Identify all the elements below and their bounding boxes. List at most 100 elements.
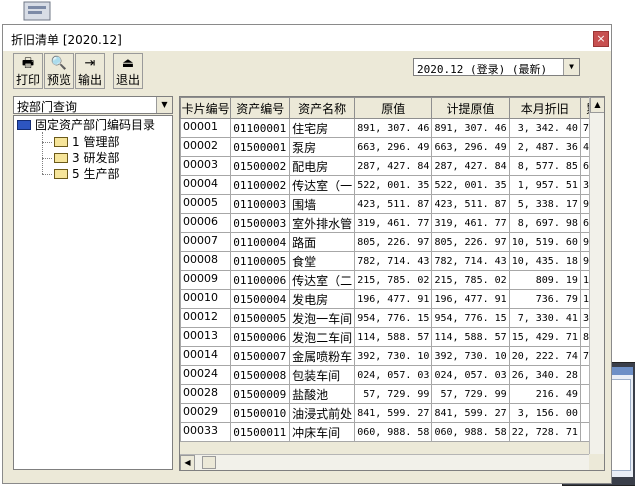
table-cell: 196, 477. 91 (354, 289, 433, 309)
export-label: 输出 (77, 73, 102, 87)
table-row[interactable]: 00028 01500009 盐酸池 57, 729. 99 57, 729. 99 21… (180, 384, 604, 404)
scrollbar-corner (589, 454, 604, 470)
table-cell: 00007 (180, 232, 232, 252)
scroll-up-icon[interactable]: ▲ (590, 97, 604, 113)
table-cell: 423, 511. 87 (354, 194, 433, 214)
table-cell: 00014 (180, 346, 232, 366)
table-cell: 00001 (180, 118, 232, 138)
table-row[interactable]: 00004 01100002 传达室（一 522, 001. 35 522, 001. … (180, 175, 604, 195)
window-titlebar[interactable]: 折旧清单 [2020.12] × (3, 25, 611, 51)
table-row[interactable]: 00029 01500010 油浸式前处 841, 599. 27 841, 599. … (180, 403, 604, 423)
table-cell: 392, 730. 10 (431, 346, 510, 366)
table-cell: 00033 (180, 422, 232, 442)
table-cell: 00008 (180, 251, 232, 271)
print-button[interactable]: 🖶 打印 (13, 53, 43, 89)
table-header-row: 卡片编号 资产编号 资产名称 原值 计提原值 本月折旧 累 (180, 97, 604, 119)
period-value: 2020.12 (登录) (最新) (417, 63, 548, 76)
tree-connector (42, 142, 52, 143)
table-row[interactable]: 00033 01500011 冲床车间 060, 988. 58 060, 988. 5… (180, 422, 604, 442)
table-cell: 5, 338. 17 (508, 194, 581, 214)
table-cell: 805, 226. 97 (431, 232, 510, 252)
tree-item-production[interactable]: 5 生产部 (54, 166, 119, 182)
column-header-accrual-base[interactable]: 计提原值 (431, 97, 510, 119)
query-mode-dropdown[interactable]: 按部门查询 ▼ (13, 96, 173, 114)
print-label: 打印 (15, 73, 40, 87)
table-cell: 01100005 (230, 251, 291, 271)
column-header-asset-no[interactable]: 资产编号 (230, 97, 291, 119)
table-row[interactable]: 00006 01500003 室外排水管 319, 461. 77 319, 461. … (180, 213, 604, 233)
folder-icon (17, 120, 31, 130)
table-cell: 发泡二车间 (289, 327, 356, 347)
table-cell: 00002 (180, 137, 232, 157)
column-header-card-no[interactable]: 卡片编号 (180, 97, 232, 119)
table-cell: 060, 988. 58 (431, 422, 510, 442)
table-row[interactable]: 00007 01100004 路面 805, 226. 97 805, 226. 97 1… (180, 232, 604, 252)
table-cell: 319, 461. 77 (354, 213, 433, 233)
chevron-down-icon[interactable]: ▼ (563, 59, 579, 75)
column-header-month-depreciation[interactable]: 本月折旧 (508, 97, 581, 119)
exit-button[interactable]: ⏏ 退出 (113, 53, 143, 89)
table-cell: 发泡一车间 (289, 308, 356, 328)
table-cell: 00024 (180, 365, 232, 385)
table-row[interactable]: 00005 01100003 围墙 423, 511. 87 423, 511. 87 5… (180, 194, 604, 214)
table-cell: 01100004 (230, 232, 291, 252)
table-cell: 10, 435. 18 (508, 251, 581, 271)
table-cell: 00006 (180, 213, 232, 233)
table-row[interactable]: 00013 01500006 发泡二车间 114, 588. 57 114, 588. … (180, 327, 604, 347)
table-cell: 01500007 (230, 346, 291, 366)
table-cell: 围墙 (289, 194, 356, 214)
table-cell: 392, 730. 10 (354, 346, 433, 366)
depreciation-list-window: 折旧清单 [2020.12] × 🖶 打印 🔍 预览 ⇥ 输出 ⏏ 退出 202… (2, 24, 612, 484)
vertical-scrollbar[interactable]: ▲ (589, 97, 604, 454)
table-row[interactable]: 00012 01500005 发泡一车间 954, 776. 15 954, 776. … (180, 308, 604, 328)
table-cell: 891, 307. 46 (431, 118, 510, 138)
table-row[interactable]: 00014 01500007 金属喷粉车 392, 730. 10 392, 730. … (180, 346, 604, 366)
window-title: 折旧清单 [2020.12] (11, 33, 122, 47)
table-cell: 7, 330. 41 (508, 308, 581, 328)
table-row[interactable]: 00002 01500001 泵房 663, 296. 49 663, 296. 49 2… (180, 137, 604, 157)
table-cell: 00009 (180, 270, 232, 290)
tree-item-management[interactable]: 1 管理部 (54, 134, 119, 150)
close-button[interactable]: × (593, 31, 609, 47)
table-cell: 060, 988. 58 (354, 422, 433, 442)
table-cell: 路面 (289, 232, 356, 252)
table-row[interactable]: 00024 01500008 包装车间 024, 057. 03 024, 057. 0… (180, 365, 604, 385)
table-row[interactable]: 00010 01500004 发电房 196, 477. 91 196, 477. 91… (180, 289, 604, 309)
preview-button[interactable]: 🔍 预览 (44, 53, 74, 89)
column-header-original-value[interactable]: 原值 (354, 97, 433, 119)
table-row[interactable]: 00009 01100006 传达室（二 215, 785. 02 215, 785. … (180, 270, 604, 290)
table-cell: 01100001 (230, 118, 291, 138)
table-cell: 809. 19 (508, 270, 581, 290)
table-cell: 传达室（一 (289, 175, 356, 195)
table-cell: 522, 001. 35 (354, 175, 433, 195)
tree-item-label: 1 管理部 (72, 135, 120, 149)
table-row[interactable]: 00001 01100001 住宅房 891, 307. 46 891, 307. 46… (180, 118, 604, 138)
table-cell: 01500011 (230, 422, 291, 442)
desktop-app-icon (18, 0, 58, 24)
table-cell: 319, 461. 77 (431, 213, 510, 233)
tree-connector (42, 132, 43, 174)
column-header-asset-name[interactable]: 资产名称 (289, 97, 356, 119)
scroll-left-icon[interactable]: ◀ (180, 455, 195, 470)
table-cell: 00010 (180, 289, 232, 309)
table-cell: 15, 429. 71 (508, 327, 581, 347)
table-cell: 1, 957. 51 (508, 175, 581, 195)
period-dropdown[interactable]: 2020.12 (登录) (最新) ▼ (413, 58, 580, 76)
export-button[interactable]: ⇥ 输出 (75, 53, 105, 89)
folder-icon (54, 137, 68, 147)
table-row[interactable]: 00003 01500002 配电房 287, 427. 84 287, 427. 84… (180, 156, 604, 176)
horizontal-scrollbar[interactable]: ◀ (180, 454, 589, 470)
table-cell: 00003 (180, 156, 232, 176)
table-row[interactable]: 00008 01100005 食堂 782, 714. 43 782, 714. 43 1… (180, 251, 604, 271)
tree-item-rnd[interactable]: 3 研发部 (54, 150, 119, 166)
table-cell: 包装车间 (289, 365, 356, 385)
table-cell: 3, 156. 00 (508, 403, 581, 423)
depreciation-table: 卡片编号 资产编号 资产名称 原值 计提原值 本月折旧 累 0000101100… (180, 97, 604, 442)
horizontal-scroll-thumb[interactable] (202, 456, 216, 469)
tree-root-node[interactable]: 固定资产部门编码目录 (17, 117, 155, 133)
table-cell: 024, 057. 03 (431, 365, 510, 385)
printer-icon: 🖶 (21, 56, 35, 71)
depreciation-grid: 卡片编号 资产编号 资产名称 原值 计提原值 本月折旧 累 0000101100… (179, 96, 605, 471)
chevron-down-icon[interactable]: ▼ (156, 97, 172, 113)
folder-icon (54, 169, 68, 179)
